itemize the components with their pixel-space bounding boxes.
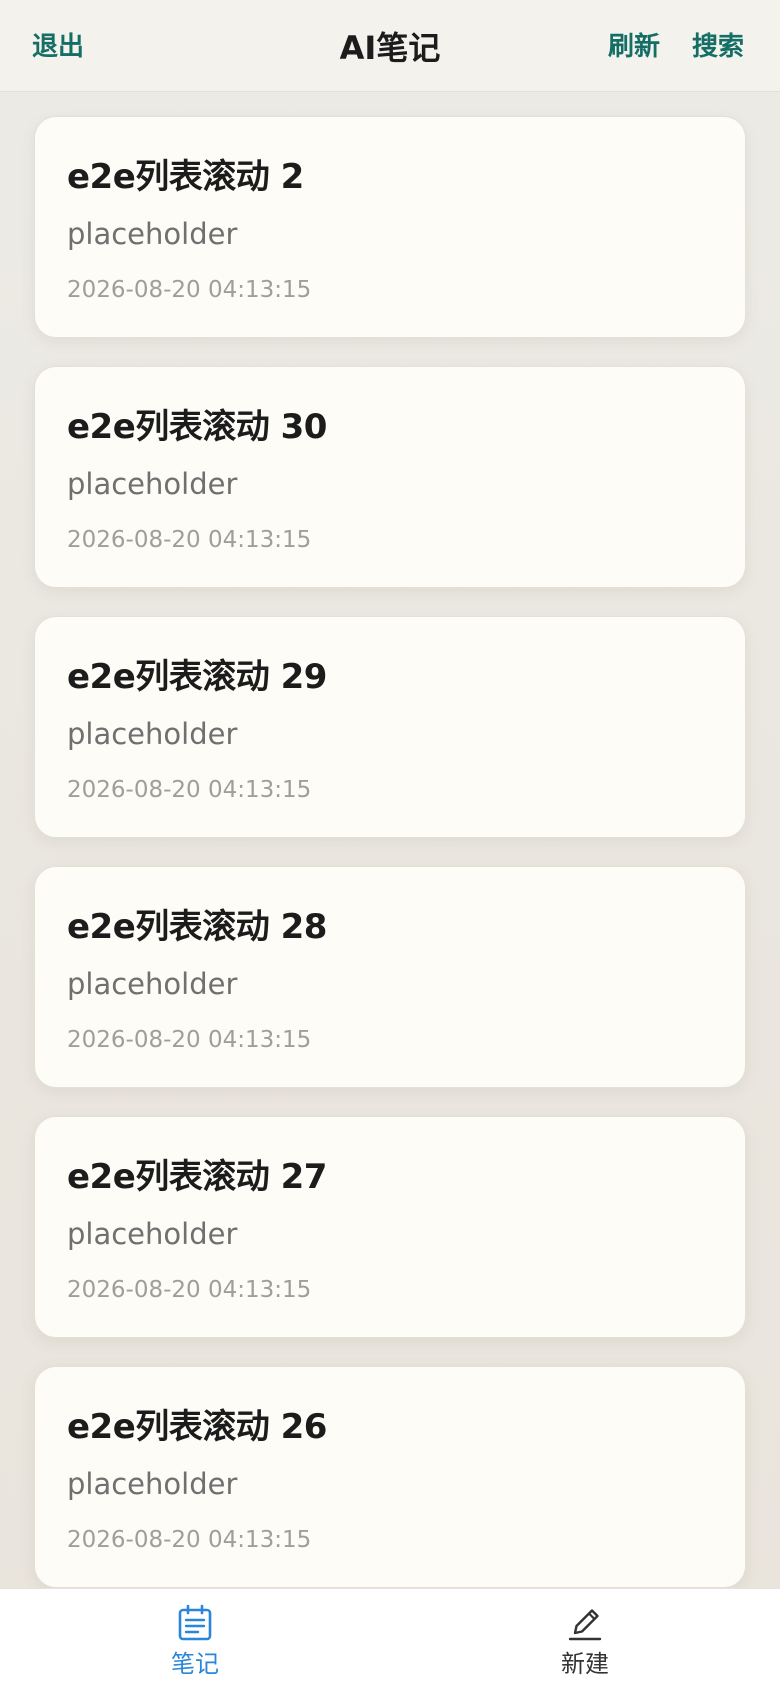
- search-button[interactable]: 搜索: [692, 30, 744, 64]
- note-card[interactable]: e2e列表滚动 26 placeholder 2026-08-20 04:13:…: [34, 1366, 746, 1588]
- note-timestamp: 2026-08-20 04:13:15: [67, 527, 312, 553]
- note-title: e2e列表滚动 30: [67, 407, 327, 447]
- note-timestamp: 2026-08-20 04:13:15: [67, 777, 312, 803]
- edit-icon: [568, 1609, 602, 1641]
- note-preview: placeholder: [67, 717, 238, 751]
- note-preview: placeholder: [67, 467, 238, 501]
- note-card[interactable]: e2e列表滚动 29 placeholder 2026-08-20 04:13:…: [34, 616, 746, 838]
- tab-notes-label: 笔记: [171, 1650, 219, 1678]
- note-title: e2e列表滚动 2: [67, 157, 304, 197]
- note-preview: placeholder: [67, 1467, 238, 1501]
- note-timestamp: 2026-08-20 04:13:15: [67, 277, 312, 303]
- notes-list[interactable]: e2e列表滚动 2 placeholder 2026-08-20 04:13:1…: [0, 92, 780, 1588]
- tab-new[interactable]: 新建: [390, 1589, 780, 1688]
- tab-notes[interactable]: 笔记: [0, 1589, 390, 1688]
- note-card[interactable]: e2e列表滚动 30 placeholder 2026-08-20 04:13:…: [34, 366, 746, 588]
- note-card[interactable]: e2e列表滚动 28 placeholder 2026-08-20 04:13:…: [34, 866, 746, 1088]
- notes-icon: [178, 1604, 212, 1641]
- refresh-button[interactable]: 刷新: [608, 30, 660, 64]
- note-timestamp: 2026-08-20 04:13:15: [67, 1027, 312, 1053]
- bottom-tab-bar: 笔记 新建: [0, 1588, 780, 1688]
- note-title: e2e列表滚动 29: [67, 657, 327, 697]
- page-title: AI笔记: [339, 29, 441, 67]
- note-preview: placeholder: [67, 217, 238, 251]
- note-card[interactable]: e2e列表滚动 27 placeholder 2026-08-20 04:13:…: [34, 1116, 746, 1338]
- tab-new-label: 新建: [561, 1650, 609, 1678]
- note-preview: placeholder: [67, 1217, 238, 1251]
- note-title: e2e列表滚动 27: [67, 1157, 327, 1197]
- note-timestamp: 2026-08-20 04:13:15: [67, 1277, 312, 1303]
- note-title: e2e列表滚动 26: [67, 1407, 327, 1447]
- note-timestamp: 2026-08-20 04:13:15: [67, 1527, 312, 1553]
- top-bar: 退出 AI笔记 刷新 搜索: [0, 0, 780, 92]
- note-title: e2e列表滚动 28: [67, 907, 327, 947]
- note-preview: placeholder: [67, 967, 238, 1001]
- note-card[interactable]: e2e列表滚动 2 placeholder 2026-08-20 04:13:1…: [34, 116, 746, 338]
